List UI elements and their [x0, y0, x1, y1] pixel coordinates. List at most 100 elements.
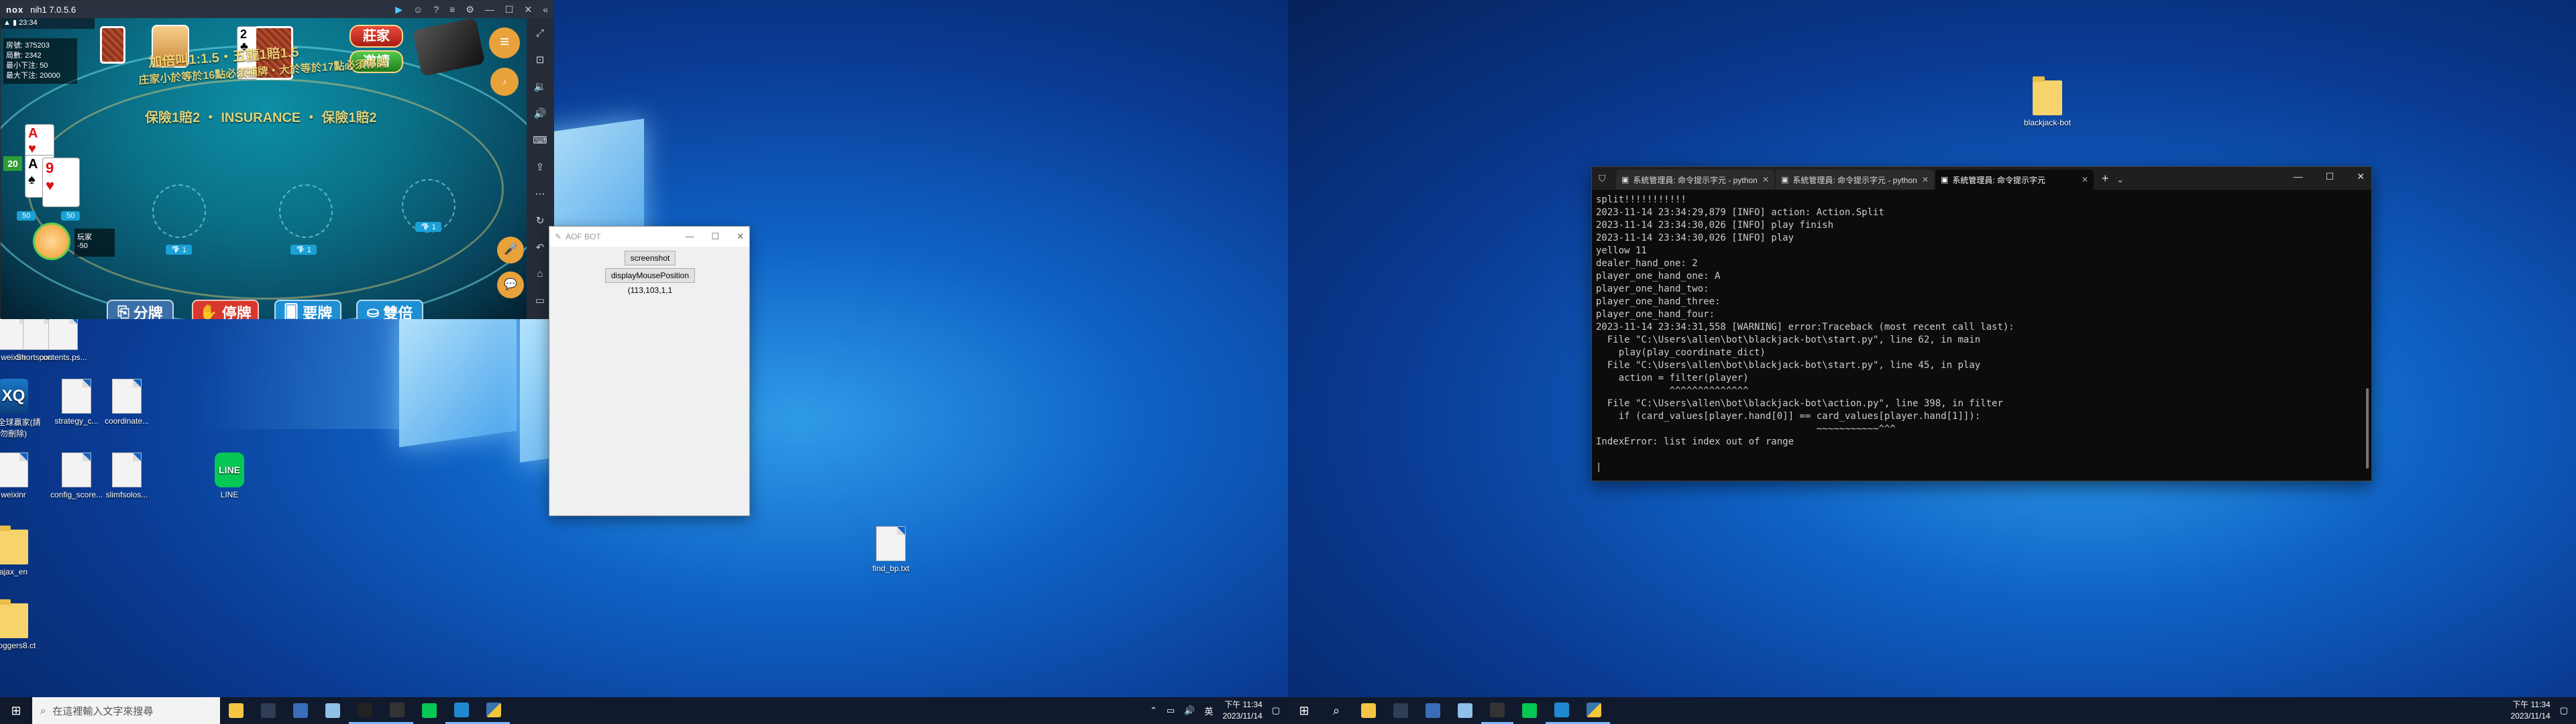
more-icon[interactable]: ⋯ — [535, 188, 545, 200]
aof-title-bar[interactable]: ✎ AOF BOT — ☐ ✕ — [549, 227, 749, 247]
desktop-icon-2[interactable]: contents.ps... — [35, 315, 91, 362]
nox-icon — [1490, 702, 1505, 717]
taskbar-search-button[interactable]: ⌕ — [1320, 697, 1352, 724]
screenshot-icon[interactable]: ⊡ — [536, 54, 545, 66]
new-tab-icon[interactable]: + — [2095, 172, 2116, 190]
screenshot-button[interactable]: screenshot — [625, 251, 676, 265]
settings-icon[interactable]: ⚙ — [466, 4, 474, 15]
line-icon — [1522, 703, 1537, 718]
tab-close-icon[interactable]: ✕ — [1922, 175, 1929, 184]
taskbar-nox[interactable] — [1481, 697, 1513, 724]
minimize-icon[interactable]: — — [2294, 171, 2303, 182]
notification-icon[interactable]: ▢ — [2560, 705, 2568, 716]
minimize-icon[interactable]: — — [685, 231, 694, 242]
chevron-up-icon[interactable]: ⌃ — [1150, 705, 1157, 716]
taskbar-terminal-1[interactable] — [1385, 697, 1417, 724]
blackjack-game-screen[interactable]: ▲ ▮ 23:34 房號: 375203 局數: 2342 最小下注: 50 最… — [1, 18, 528, 319]
desktop-icon-4[interactable]: strategy_c... — [48, 379, 105, 426]
taskbar-app-4[interactable] — [317, 697, 349, 724]
play-icon[interactable]: ▶ — [395, 4, 402, 15]
desktop-icon-5[interactable]: coordinate... — [99, 379, 155, 426]
collapse-icon[interactable]: « — [543, 4, 548, 15]
maximize-icon[interactable]: ☐ — [711, 231, 719, 242]
chevron-down-icon[interactable]: ⌄ — [2117, 175, 2124, 190]
taskbar-clock[interactable]: 下午 11:34 2023/11/14 — [1223, 699, 1263, 722]
taskbar-file-explorer[interactable] — [220, 697, 252, 724]
desktop-folder-blackjack-bot[interactable]: blackjack-bot — [2019, 76, 2076, 127]
aof-bot-window[interactable]: ✎ AOF BOT — ☐ ✕ screenshot displayMouseP… — [549, 226, 750, 516]
help-icon[interactable]: ? — [433, 4, 439, 15]
fullscreen-icon[interactable]: ⤢ — [536, 27, 544, 39]
chat-icon[interactable]: 💬 — [497, 272, 524, 298]
hamburger-menu-icon[interactable]: ≡ — [489, 27, 520, 58]
user-icon[interactable]: ☺ — [413, 4, 423, 15]
taskbar-vscode[interactable] — [1546, 697, 1578, 724]
volume-down-icon[interactable]: 🔉 — [534, 80, 547, 93]
recent-apps-icon[interactable]: ▭ — [535, 294, 545, 306]
mic-icon[interactable]: 🎤 — [497, 237, 524, 263]
taskbar-clock[interactable]: 下午 11:34 2023/11/14 — [2511, 699, 2551, 722]
start-button[interactable]: ⊞ — [0, 697, 32, 724]
tab-close-icon[interactable]: ✕ — [2082, 175, 2088, 184]
network-icon[interactable]: ▭ — [1167, 705, 1175, 716]
desktop-icon-10[interactable]: ajax_en — [0, 526, 42, 577]
rotate-icon[interactable]: ↻ — [536, 215, 545, 227]
double-button[interactable]: ⛀ 雙倍 — [356, 300, 423, 319]
terminal-line: 2023-11-14 23:34:30,026 [INFO] play fini… — [1596, 220, 1834, 231]
desktop-file-find-bp[interactable]: find_bp.txt — [863, 526, 919, 573]
desktop-icon-3[interactable]: XQXQ全球贏家(請勿刪除) — [0, 379, 42, 439]
taskbar-nox[interactable] — [381, 697, 413, 724]
taskbar-file-explorer[interactable] — [1352, 697, 1385, 724]
back-icon[interactable]: ↶ — [536, 241, 545, 253]
notification-icon[interactable]: ▢ — [1272, 705, 1280, 716]
terminal-tab-2[interactable]: ▣ 系統管理員: 命令提示字元 - python ✕ — [1776, 170, 1934, 190]
display-mouse-position-button[interactable]: displayMousePosition — [605, 268, 695, 283]
home-icon[interactable]: ⌂ — [537, 268, 543, 280]
maximize-icon[interactable]: ☐ — [2326, 171, 2334, 182]
taskbar-vscode[interactable] — [445, 697, 478, 724]
empty-seat-2[interactable] — [279, 184, 333, 238]
start-button[interactable]: ⊞ — [1288, 697, 1320, 724]
sound-icon[interactable]: ♪ — [490, 68, 519, 96]
terminal-scrollbar[interactable] — [2366, 388, 2369, 469]
terminal-window[interactable]: ⛉ ▣ 系統管理員: 命令提示字元 - python ✕ ▣ 系統管理員: 命令提示字… — [1591, 166, 2372, 481]
taskbar-app-3[interactable] — [284, 697, 317, 724]
taskbar-terminal-1[interactable] — [252, 697, 284, 724]
desktop-icon-11[interactable]: Bloggers8.ct — [0, 599, 42, 650]
close-icon[interactable]: ✕ — [2357, 171, 2365, 182]
taskbar-app-4[interactable] — [1449, 697, 1481, 724]
desktop-icon-6[interactable]: weixinr — [0, 452, 42, 499]
app-icon — [293, 703, 308, 718]
terminal-tab-1[interactable]: ▣ 系統管理員: 命令提示字元 - python ✕ — [1616, 170, 1774, 190]
minimize-icon[interactable]: — — [485, 4, 494, 15]
close-icon[interactable]: ✕ — [737, 231, 744, 242]
empty-seat-1[interactable] — [152, 184, 206, 238]
taskbar-search[interactable]: ⌕ 在這裡輸入文字來搜尋 — [32, 697, 220, 724]
tab-close-icon[interactable]: ✕ — [1762, 175, 1769, 184]
taskbar-terminal-2[interactable] — [349, 697, 381, 724]
keyboard-icon[interactable]: ⌨ — [533, 134, 547, 146]
terminal-output[interactable]: split!!!!!!!!!!! 2023-11-14 23:34:29,879 … — [1592, 190, 2371, 478]
stand-button[interactable]: ✋ 停牌 — [192, 300, 259, 319]
desktop-icon-7[interactable]: config_score... — [48, 452, 105, 499]
desktop-icon-8[interactable]: slimfsolos... — [99, 452, 155, 499]
terminal-tab-3[interactable]: ▣ 系統管理員: 命令提示字元 ✕ — [1935, 170, 2094, 190]
hit-button[interactable]: 🂠 要牌 — [274, 300, 341, 319]
ime-indicator[interactable]: 英 — [1205, 705, 1214, 717]
taskbar-line[interactable] — [413, 697, 445, 724]
banker-button[interactable]: 莊家 — [350, 25, 403, 48]
volume-icon[interactable]: 🔊 — [1184, 705, 1195, 716]
taskbar-app-3[interactable] — [1417, 697, 1449, 724]
taskbar-python[interactable] — [478, 697, 510, 724]
split-button[interactable]: ⎘ 分牌 — [107, 300, 174, 319]
desktop-icon-9[interactable]: LINE LINE — [201, 452, 258, 499]
taskbar-line[interactable] — [1513, 697, 1546, 724]
close-icon[interactable]: ✕ — [524, 4, 532, 15]
apk-install-icon[interactable]: ⇪ — [536, 161, 545, 173]
taskbar-python[interactable] — [1578, 697, 1610, 724]
menu-icon[interactable]: ≡ — [449, 4, 455, 15]
maximize-icon[interactable]: ☐ — [505, 4, 514, 15]
volume-up-icon[interactable]: 🔊 — [534, 107, 547, 119]
nox-emulator-window[interactable]: nox nih1 7.0.5.6 ▶ ☺ ? ≡ ⚙ — ☐ ✕ « ▲ ▮ 2… — [0, 0, 554, 319]
nox-title-bar[interactable]: nox nih1 7.0.5.6 ▶ ☺ ? ≡ ⚙ — ☐ ✕ « — [1, 1, 553, 18]
